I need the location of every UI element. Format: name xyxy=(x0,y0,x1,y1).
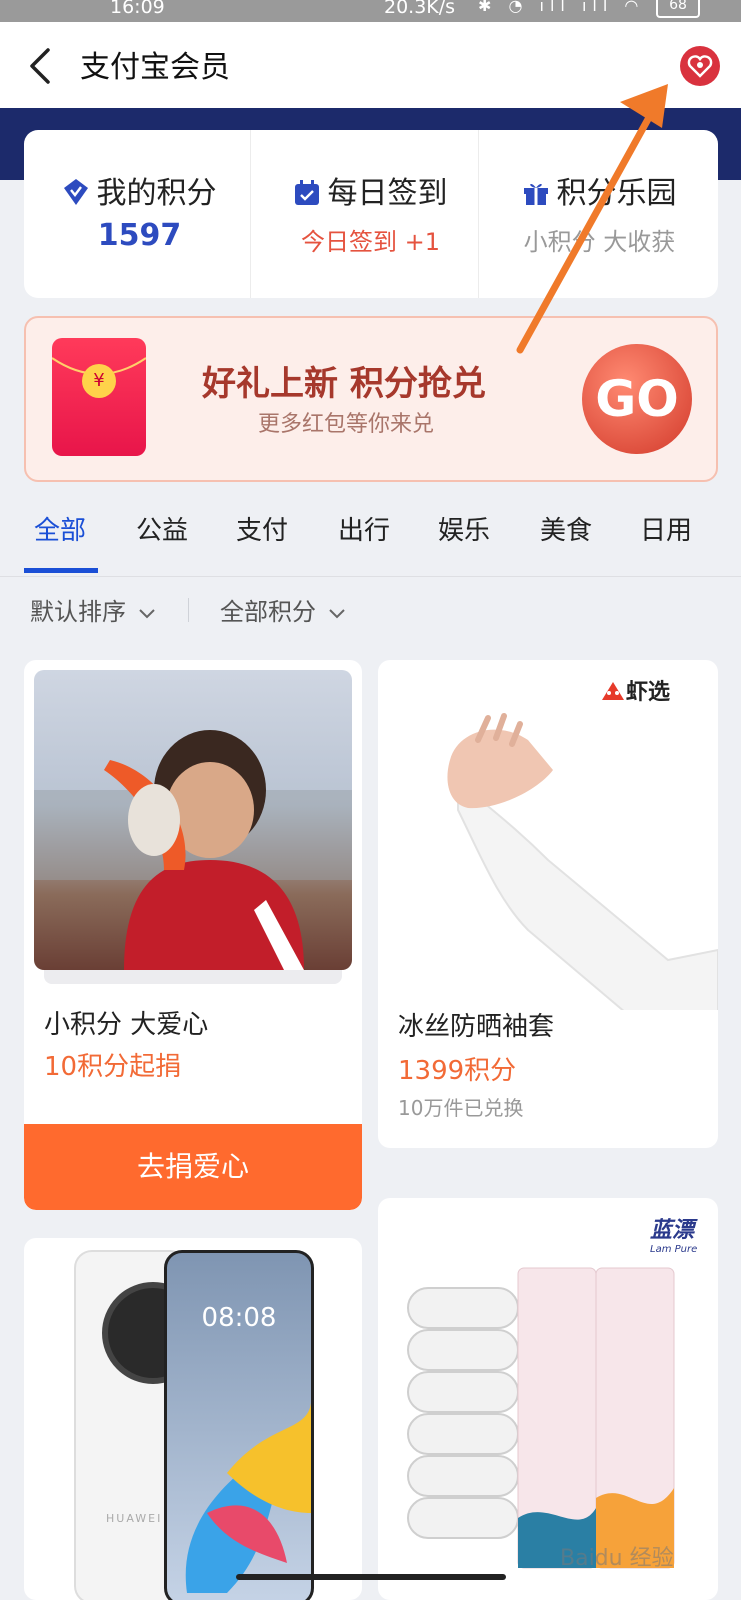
brand-label: 蓝漂 xyxy=(650,1218,695,1243)
tab-charity[interactable]: 公益 xyxy=(136,510,188,547)
product-card-sleeve[interactable]: 虾选 冰丝防晒袖套 1399积分 10万件已兑换 xyxy=(378,660,718,1148)
tab-all[interactable]: 全部 xyxy=(34,510,86,547)
betta-fish-wallpaper xyxy=(185,1403,311,1593)
daily-checkin-section[interactable]: 每日签到 今日签到 +1 xyxy=(255,130,486,298)
banner-subtitle: 更多红包等你来兑 xyxy=(258,412,435,437)
tab-entertainment[interactable]: 娱乐 xyxy=(438,510,490,547)
coin-icon: ¥ xyxy=(82,364,116,398)
my-points-heading: 我的积分 xyxy=(24,168,255,212)
app-header: 支付宝会员 xyxy=(0,22,741,108)
my-points-section[interactable]: 我的积分 1597 xyxy=(24,130,255,298)
my-points-label: 我的积分 xyxy=(96,176,217,211)
points-park-label: 积分乐园 xyxy=(556,176,677,211)
points-park-section[interactable]: 积分乐园 小积分 大收获 xyxy=(484,130,715,298)
xiaxuan-brand-logo: 虾选 xyxy=(600,674,670,706)
my-points-value: 1597 xyxy=(97,218,182,253)
shield-check-icon xyxy=(63,178,89,206)
points-park-slogan: 小积分 大收获 xyxy=(523,228,676,256)
phone-front-image: 08:08 xyxy=(164,1250,314,1600)
daily-checkin-heading: 每日签到 xyxy=(255,168,486,212)
photo-shadow xyxy=(44,970,342,984)
category-tabs: 全部 公益 支付 出行 娱乐 美食 日用 xyxy=(0,496,741,577)
gift-icon xyxy=(523,179,549,205)
status-time: 16:09 xyxy=(110,0,165,18)
home-indicator xyxy=(236,1574,506,1580)
product-name: 小积分 大爱心 xyxy=(44,1010,209,1040)
sleeve-product-image xyxy=(447,713,718,1010)
product-price: 1399积分 xyxy=(398,1056,517,1086)
points-range-filter[interactable]: 全部积分 xyxy=(220,592,346,627)
lampure-brand-logo: 蓝漂 Lam Pure xyxy=(650,1212,697,1255)
active-tab-indicator xyxy=(24,568,98,573)
donate-button[interactable]: 去捐爱心 xyxy=(24,1124,362,1210)
points-summary-card: 我的积分 1597 每日签到 今日签到 +1 积分乐园 小积分 大收获 xyxy=(24,130,718,298)
calendar-check-icon xyxy=(294,179,320,205)
status-bar: 16:09 20.3K/s ✱ ◔ ıll ıll ◠ 68 xyxy=(0,0,741,22)
tab-daily[interactable]: 日用 xyxy=(640,510,692,547)
battery-icon: 68 xyxy=(656,0,700,18)
page-title: 支付宝会员 xyxy=(80,50,230,85)
phone-brand-label: HUAWEI xyxy=(106,1512,163,1525)
baidu-watermark: Baidu 经验 xyxy=(560,1546,674,1571)
divider xyxy=(250,130,251,298)
tab-payment[interactable]: 支付 xyxy=(236,510,288,547)
charity-child-photo xyxy=(34,670,352,970)
heart-badge-icon[interactable] xyxy=(680,46,720,86)
tab-travel[interactable]: 出行 xyxy=(338,510,390,547)
sort-filter[interactable]: 默认排序 xyxy=(30,592,156,627)
filter-divider xyxy=(188,598,189,622)
brand-label: 虾选 xyxy=(626,680,671,705)
go-button[interactable]: GO xyxy=(582,344,692,454)
chevron-down-icon xyxy=(138,609,155,619)
sort-filter-label: 默认排序 xyxy=(30,598,126,626)
tab-food[interactable]: 美食 xyxy=(540,510,592,547)
divider xyxy=(478,130,479,298)
phone-screen-time: 08:08 xyxy=(201,1303,277,1333)
daily-checkin-label: 每日签到 xyxy=(327,176,448,211)
chevron-down-icon xyxy=(328,609,345,619)
product-name: 冰丝防晒袖套 xyxy=(398,1012,555,1042)
status-icons: ✱ ◔ ıll ıll ◠ xyxy=(478,0,645,15)
exchange-count: 10万件已兑换 xyxy=(398,1096,524,1120)
points-park-heading: 积分乐园 xyxy=(484,168,715,212)
promo-banner[interactable]: ¥ 好礼上新 积分抢兑 更多红包等你来兑 GO xyxy=(24,316,718,482)
red-packet-icon: ¥ xyxy=(52,338,146,456)
daily-checkin-status: 今日签到 +1 xyxy=(300,228,440,256)
brand-label-en: Lam Pure xyxy=(650,1244,698,1255)
points-range-label: 全部积分 xyxy=(220,598,316,626)
banner-title: 好礼上新 积分抢兑 xyxy=(202,364,486,404)
product-card-charity[interactable]: 小积分 大爱心 10积分起捐 去捐爱心 xyxy=(24,660,362,1210)
chevron-left-icon[interactable] xyxy=(24,46,58,86)
product-price: 10积分起捐 xyxy=(44,1052,182,1082)
product-card-phone[interactable]: HUAWEI 08:08 xyxy=(24,1238,362,1600)
status-net-speed: 20.3K/s xyxy=(384,0,456,18)
